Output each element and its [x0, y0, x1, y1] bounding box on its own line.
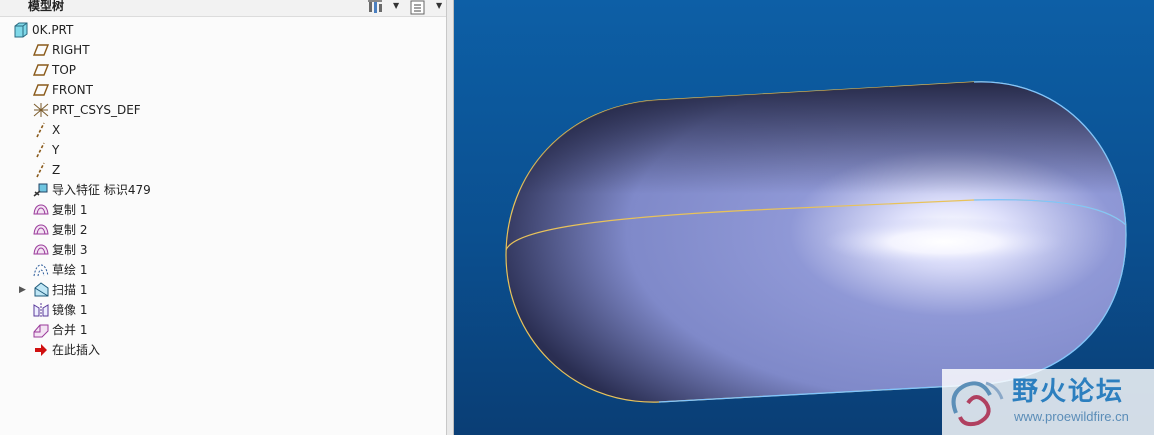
settings-dropdown-icon[interactable]: ▼: [393, 1, 399, 10]
mirror-icon: [33, 303, 49, 317]
watermark: 野火论坛 www.proewildfire.cn: [942, 369, 1154, 435]
tree-item-label: FRONT: [52, 83, 93, 97]
coordinate-system-icon: [33, 103, 49, 117]
sketch-icon: [33, 264, 49, 277]
copy-surface-icon: [33, 224, 49, 235]
tree-item-label: X: [52, 123, 61, 137]
merge-icon: [33, 324, 49, 338]
tree-item-label: 扫描 1: [52, 283, 88, 297]
specular-highlight: [824, 217, 1064, 267]
show-dropdown-icon[interactable]: ▼: [436, 1, 442, 10]
tree-settings-icon[interactable]: [367, 0, 383, 15]
datum-plane-icon: [33, 44, 49, 56]
panel-splitter[interactable]: [447, 0, 454, 435]
datum-axis-icon: [36, 142, 45, 158]
tree-item-label: 导入特征 标识479: [52, 183, 151, 197]
model-tree-header: 模型树 ▼ ▼: [0, 0, 446, 17]
import-feature-icon: [33, 183, 48, 197]
tree-item-label: 复制 3: [52, 243, 88, 257]
tree-item-label: 在此插入: [52, 343, 101, 357]
copy-surface-icon: [33, 244, 49, 255]
tree-item-label: PRT_CSYS_DEF: [52, 103, 141, 117]
expand-arrow-icon[interactable]: ▶: [19, 280, 26, 300]
model-tree-title: 模型树: [28, 0, 65, 13]
tree-item-label: RIGHT: [52, 43, 90, 57]
part-icon: [14, 22, 28, 38]
insert-here-arrow-icon: [35, 344, 47, 356]
tree-item-label: 复制 1: [52, 203, 88, 217]
watermark-title: 野火论坛: [1012, 377, 1125, 407]
copy-surface-icon: [33, 204, 49, 215]
watermark-logo-icon: [951, 381, 1004, 427]
tree-item-label: 复制 2: [52, 223, 88, 237]
show-options-icon[interactable]: [410, 0, 426, 15]
datum-axis-icon: [36, 122, 45, 138]
datum-plane-icon: [33, 64, 49, 76]
tree-item-label: 合并 1: [52, 323, 88, 337]
watermark-url: www.proewildfire.cn: [1014, 409, 1129, 424]
sweep-icon: [34, 282, 49, 297]
tree-item-label: 0K.PRT: [32, 23, 74, 37]
tree-item-label: Z: [52, 163, 61, 177]
tree-item-label: Y: [52, 143, 60, 157]
tree-item-label: 镜像 1: [52, 303, 88, 317]
datum-plane-icon: [33, 84, 49, 96]
model-tree-panel: 模型树 ▼ ▼ 0K.PRT RIGHT TOP FRONT PRT_CSYS_…: [0, 0, 447, 435]
tree-item-label: TOP: [52, 63, 77, 77]
tree-item-label: 草绘 1: [52, 263, 88, 277]
datum-axis-icon: [36, 162, 45, 178]
